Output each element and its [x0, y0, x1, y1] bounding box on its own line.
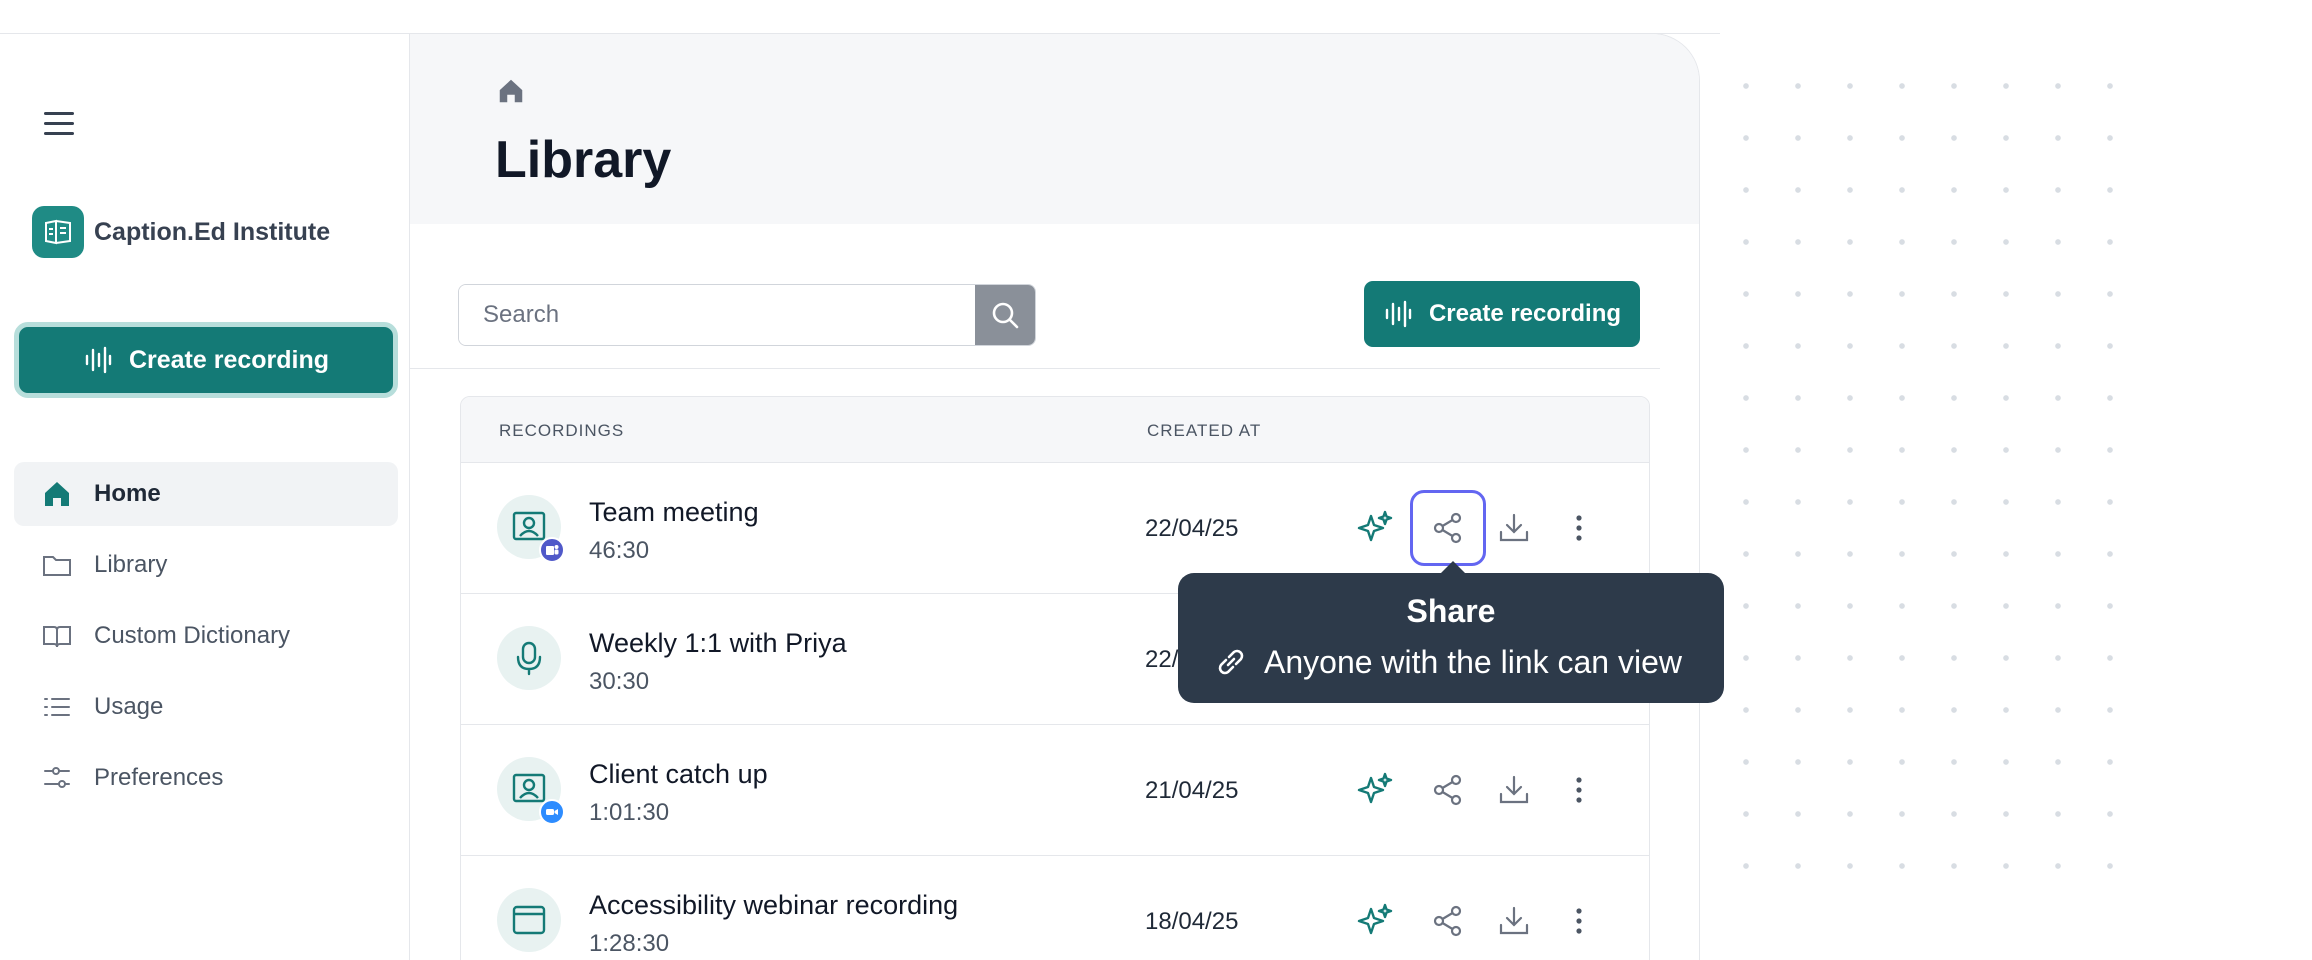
more-options-button[interactable]	[1554, 503, 1604, 553]
download-icon	[1499, 775, 1529, 804]
recording-title[interactable]: Accessibility webinar recording	[589, 890, 958, 921]
more-vertical-icon	[1576, 908, 1582, 934]
share-icon	[1433, 512, 1462, 544]
sidebar-item-label: Usage	[94, 693, 164, 720]
contact-card-icon	[497, 495, 565, 563]
sliders-icon	[40, 761, 74, 795]
sidebar-item-library[interactable]: Library	[14, 533, 398, 597]
zoom-badge-icon	[539, 799, 565, 825]
book-icon	[40, 619, 74, 653]
ai-sparkle-button[interactable]	[1350, 503, 1400, 553]
sparkle-icon	[1357, 772, 1393, 804]
share-tooltip: Share Anyone with the link can view	[1178, 561, 1724, 703]
recording-title[interactable]: Weekly 1:1 with Priya	[589, 628, 847, 659]
search-input[interactable]	[459, 285, 975, 345]
create-recording-button[interactable]: Create recording	[1364, 281, 1640, 347]
divider	[410, 368, 1660, 369]
table-row[interactable]: Client catch up 1:01:30 21/04/25	[461, 725, 1649, 856]
download-button[interactable]	[1489, 503, 1539, 553]
home-icon	[40, 477, 74, 511]
column-header-created-at: CREATED AT	[1147, 421, 1262, 440]
waveform-icon	[1385, 300, 1412, 328]
table-row[interactable]: Accessibility webinar recording 1:28:30 …	[461, 856, 1649, 960]
share-icon	[1433, 905, 1462, 937]
sidebar-item-label: Preferences	[94, 764, 224, 791]
sidebar-item-home[interactable]: Home	[14, 462, 398, 526]
more-options-button[interactable]	[1554, 765, 1604, 815]
recording-duration: 1:01:30	[589, 799, 670, 826]
share-button[interactable]	[1423, 896, 1473, 946]
more-options-button[interactable]	[1554, 896, 1604, 946]
sidebar-nav: Home Library Custom Dictionary Usage Pre…	[14, 462, 398, 817]
sparkle-icon	[1357, 510, 1393, 542]
share-button[interactable]	[1423, 765, 1473, 815]
waveform-icon	[85, 346, 112, 374]
folder-icon	[40, 548, 74, 582]
sparkle-icon	[1357, 903, 1393, 935]
sidebar-item-label: Custom Dictionary	[94, 622, 291, 649]
brand-logo-icon	[32, 206, 84, 258]
recording-date: 18/04/25	[1145, 908, 1239, 935]
menu-icon[interactable]	[44, 112, 74, 136]
page-header: Library	[410, 34, 1699, 224]
recording-title[interactable]: Team meeting	[589, 497, 759, 528]
search-icon	[992, 302, 1019, 329]
sidebar-item-label: Home	[94, 480, 161, 507]
contact-card-icon	[497, 757, 565, 825]
column-header-recordings: RECORDINGS	[499, 421, 625, 440]
sidebar-item-label: Library	[94, 551, 168, 578]
sidebar-item-preferences[interactable]: Preferences	[14, 746, 398, 810]
download-icon	[1499, 513, 1529, 542]
sidebar-item-custom-dictionary[interactable]: Custom Dictionary	[14, 604, 398, 668]
browser-window-icon	[497, 888, 561, 952]
decorative-dot-grid	[1720, 60, 2140, 900]
more-vertical-icon	[1576, 777, 1582, 803]
download-icon	[1499, 906, 1529, 935]
sidebar-create-recording-button[interactable]: Create recording	[14, 322, 398, 398]
recording-duration: 1:28:30	[589, 930, 670, 957]
recording-duration: 30:30	[589, 668, 650, 695]
sidebar: Caption.Ed Institute Create recording Ho…	[0, 34, 410, 960]
download-button[interactable]	[1489, 896, 1539, 946]
create-recording-label: Create recording	[1428, 300, 1622, 327]
table-header: RECORDINGS CREATED AT	[461, 397, 1649, 463]
brand: Caption.Ed Institute	[32, 206, 330, 258]
main-panel: Library Create recording RECORDINGS CREA…	[410, 33, 1700, 960]
search-box	[458, 284, 1036, 346]
brand-name: Caption.Ed Institute	[94, 217, 331, 246]
page-title: Library	[495, 131, 672, 189]
tooltip-body: Anyone with the link can view	[1212, 643, 1682, 681]
more-vertical-icon	[1576, 515, 1582, 541]
recording-date: 21/04/25	[1145, 777, 1239, 804]
tooltip-body-text: Anyone with the link can view	[1264, 643, 1682, 680]
share-button[interactable]	[1410, 490, 1486, 566]
recording-title[interactable]: Client catch up	[589, 759, 768, 790]
tooltip-title: Share	[1406, 593, 1496, 629]
share-icon	[1433, 774, 1462, 806]
ai-sparkle-button[interactable]	[1350, 896, 1400, 946]
list-icon	[40, 690, 74, 724]
teams-badge-icon	[539, 537, 565, 563]
download-button[interactable]	[1489, 765, 1539, 815]
breadcrumb-home-icon[interactable]	[496, 76, 526, 111]
recording-date: 22/04/25	[1145, 515, 1239, 542]
recording-duration: 46:30	[589, 537, 650, 564]
search-button[interactable]	[975, 285, 1035, 345]
link-icon	[1218, 649, 1244, 675]
sidebar-item-usage[interactable]: Usage	[14, 675, 398, 739]
microphone-icon	[497, 626, 561, 690]
ai-sparkle-button[interactable]	[1350, 765, 1400, 815]
sidebar-create-recording-label: Create recording	[128, 345, 330, 374]
